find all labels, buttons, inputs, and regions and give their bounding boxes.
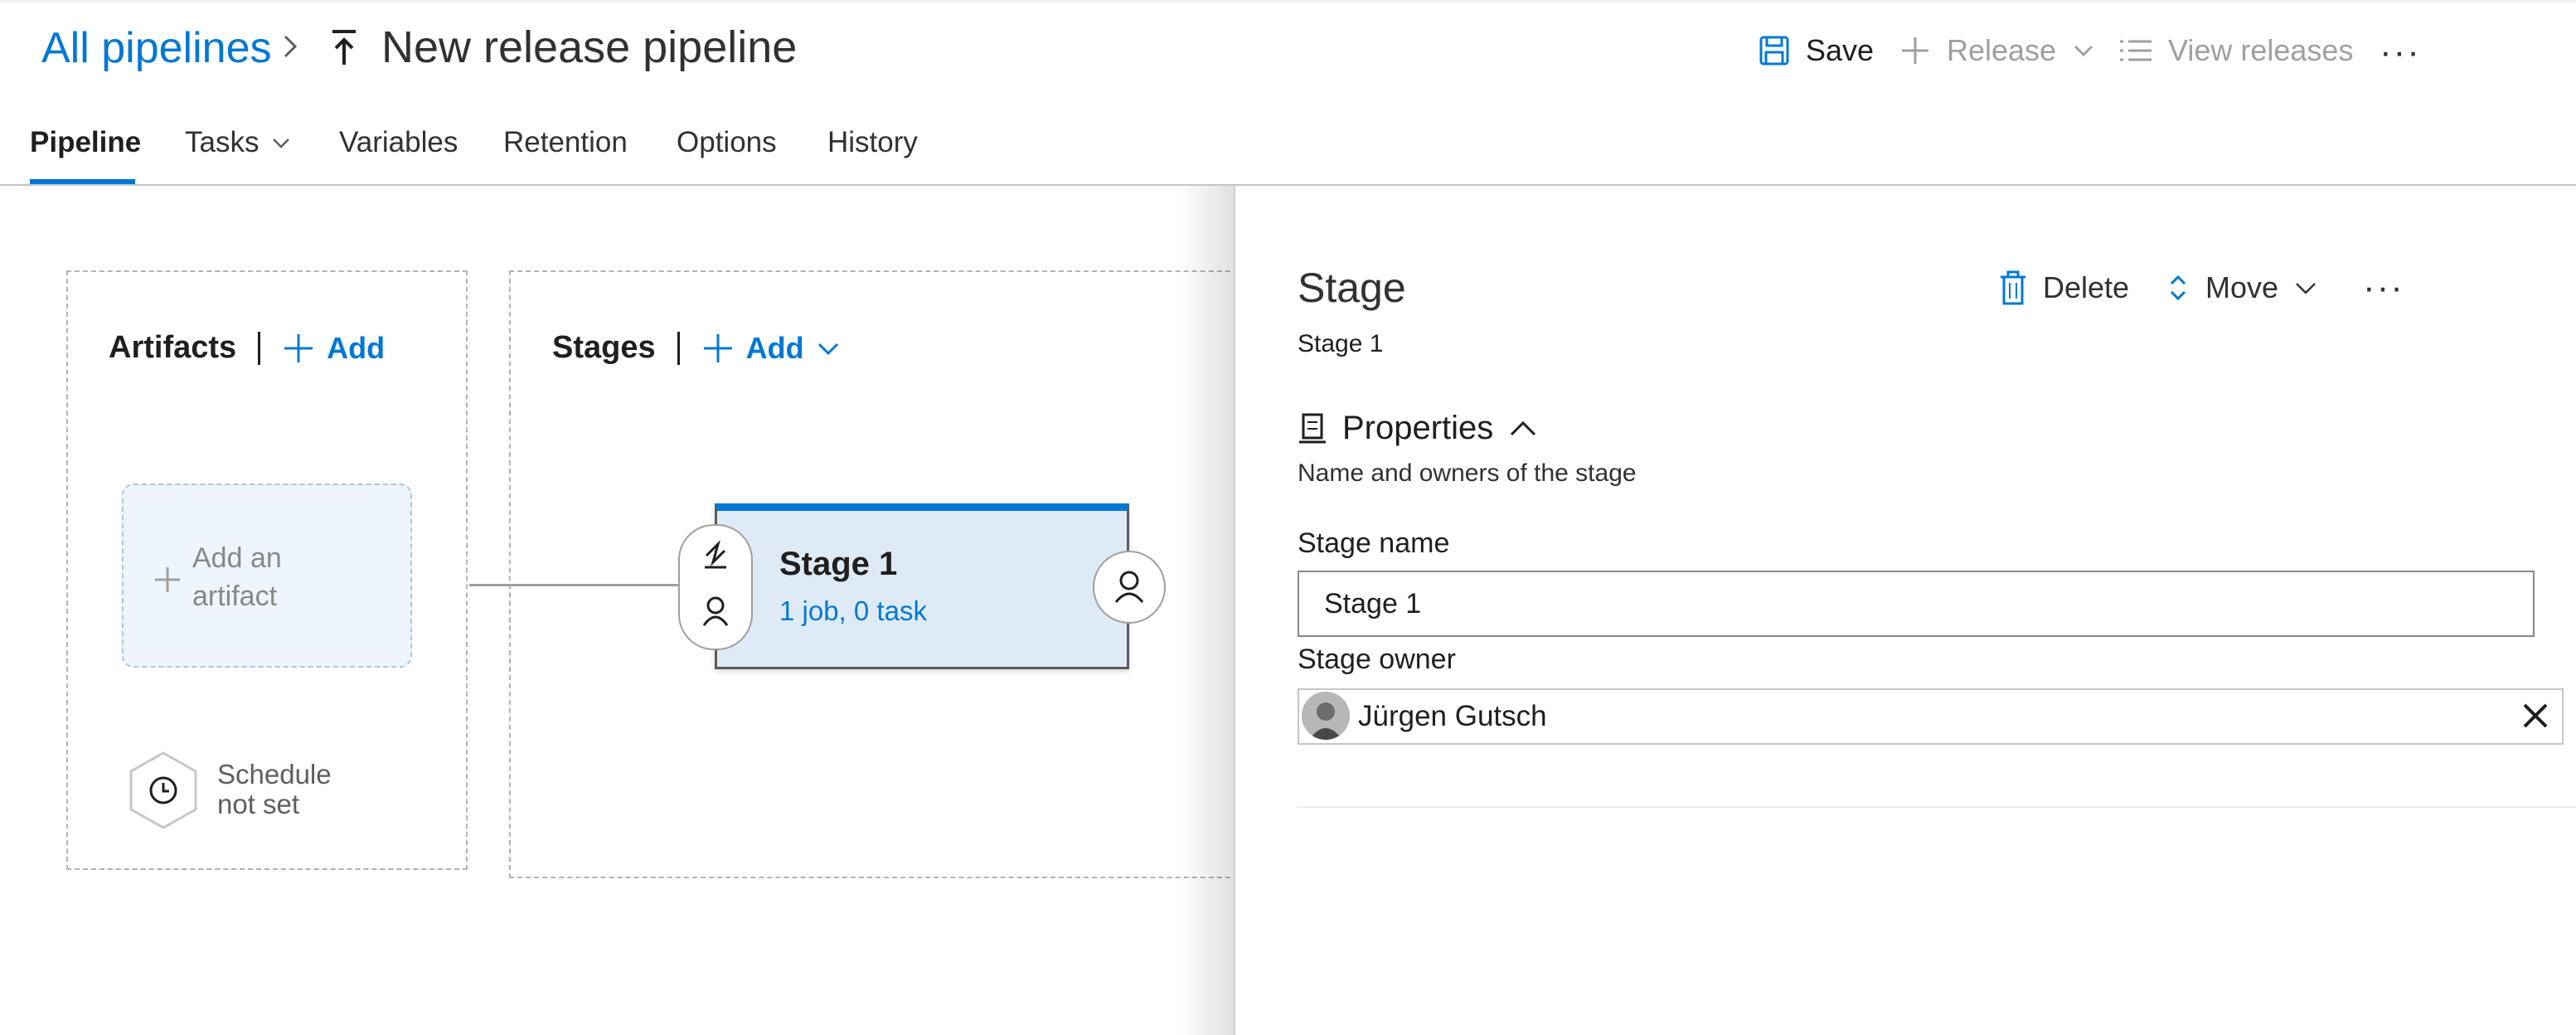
stage-card[interactable] (715, 503, 1129, 669)
delete-label: Delete (2043, 270, 2130, 304)
properties-icon (1299, 413, 1326, 443)
tab-variables[interactable]: Variables (339, 126, 458, 159)
schedule-clock-icon[interactable] (129, 751, 198, 830)
stage-card-name: Stage 1 (779, 546, 898, 582)
tab-tasks-label: Tasks (185, 126, 260, 158)
panel-title: Stage (1298, 265, 1406, 311)
trash-icon (2001, 270, 2025, 305)
trigger-approver-icon (702, 539, 729, 626)
schedule-line2: not set (217, 789, 300, 819)
stage-owner-name: Jürgen Gutsch (1358, 700, 1547, 732)
close-icon[interactable] (2520, 701, 2550, 731)
tab-options[interactable]: Options (677, 126, 777, 159)
stage-name-input[interactable] (1298, 571, 2535, 637)
plus-icon (284, 333, 313, 362)
chevron-down-icon (2074, 45, 2093, 57)
stages-title: Stages (552, 330, 656, 365)
save-icon (1759, 36, 1789, 66)
list-icon (2120, 40, 2152, 61)
chevron-down-icon (273, 138, 290, 148)
move-stage-button[interactable]: Move (2166, 270, 2318, 305)
add-artifact-text-line1: Add an (192, 542, 282, 574)
artifact-stage-connector (469, 584, 683, 586)
add-stage-link[interactable]: Add (701, 331, 841, 366)
section-divider (1298, 806, 2576, 808)
plus-icon (703, 333, 732, 362)
add-stage-label: Add (745, 330, 804, 365)
view-releases-label: View releases (2168, 33, 2354, 67)
up-down-icon (2170, 275, 2186, 301)
artifacts-title: Artifacts (109, 330, 237, 365)
properties-title: Properties (1342, 410, 1494, 446)
plus-icon (155, 567, 180, 592)
more-actions-icon[interactable]: ··· (2380, 32, 2421, 73)
move-label: Move (2205, 270, 2279, 304)
tab-variables-label: Variables (339, 126, 458, 158)
add-artifact-text: Add an artifact (192, 539, 282, 615)
view-releases-button[interactable]: View releases (2118, 33, 2353, 68)
tab-pipeline-label: Pipeline (30, 126, 142, 158)
chevron-down-icon (817, 343, 838, 355)
properties-description: Name and owners of the stage (1298, 459, 1637, 487)
tab-retention-label: Retention (503, 126, 628, 158)
schedule-line1: Schedule (217, 759, 332, 790)
tab-history-label: History (827, 126, 918, 158)
panel-shadow (1177, 186, 1235, 1035)
panel-more-icon[interactable]: ··· (2363, 267, 2404, 309)
top-border (0, 0, 2576, 2)
chevron-down-icon (2296, 283, 2316, 294)
tab-pipeline[interactable]: Pipeline (30, 126, 141, 159)
plus-icon (1902, 37, 1928, 64)
post-deployment-approvers[interactable] (1093, 551, 1166, 624)
tab-tasks[interactable]: Tasks (185, 126, 292, 159)
avatar (1302, 692, 1350, 740)
stage-owner-label: Stage owner (1298, 644, 1456, 675)
user-icon (1114, 571, 1144, 603)
breadcrumb-all-pipelines[interactable]: All pipelines (41, 23, 272, 73)
release-button[interactable]: Release (1899, 33, 2096, 68)
tab-options-label: Options (677, 126, 777, 158)
add-artifact-link[interactable]: Add (282, 331, 385, 366)
page-title: New release pipeline (381, 22, 798, 72)
stage-card-summary[interactable]: 1 job, 0 task (779, 595, 927, 627)
stages-header: Stages Add (552, 330, 841, 366)
separator (258, 331, 261, 365)
tab-retention[interactable]: Retention (503, 126, 628, 159)
chevron-up-icon (1511, 420, 1536, 435)
separator (677, 331, 680, 365)
pre-deployment-conditions[interactable] (678, 524, 753, 650)
add-artifact-label: Add (327, 330, 386, 365)
save-label: Save (1806, 33, 1875, 67)
tab-history[interactable]: History (827, 126, 918, 159)
stage-name-label: Stage name (1298, 527, 1450, 559)
add-artifact-text-line2: artifact (192, 581, 278, 612)
artifacts-header: Artifacts Add (109, 330, 385, 366)
delete-stage-button[interactable]: Delete (1998, 270, 2129, 305)
release-pipeline-icon (332, 30, 356, 65)
schedule-status: Schedule not set (217, 760, 332, 819)
save-button[interactable]: Save (1758, 33, 1874, 68)
properties-section-toggle[interactable]: Properties (1298, 410, 1538, 447)
panel-subtitle: Stage 1 (1298, 330, 1384, 357)
release-label: Release (1947, 33, 2057, 67)
chevron-right-icon (284, 35, 298, 58)
